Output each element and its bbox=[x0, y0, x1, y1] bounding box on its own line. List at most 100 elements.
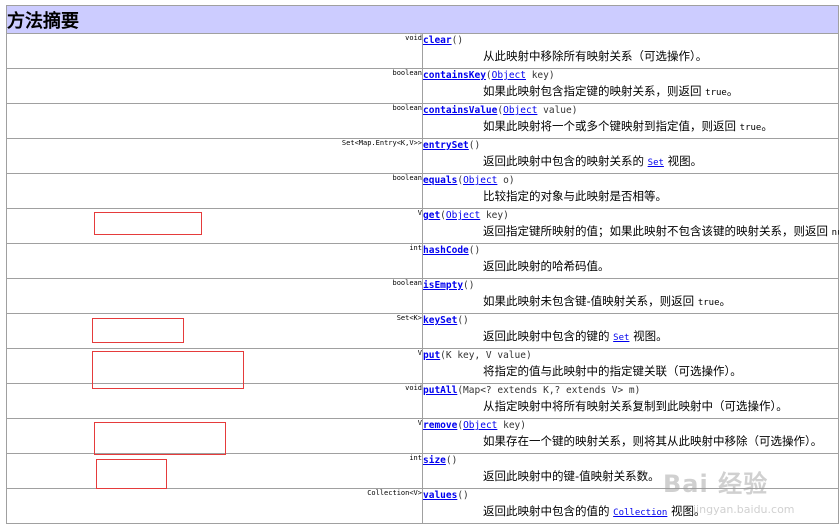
method-row-size: int size() 返回此映射中的键-值映射关系数。 bbox=[6, 453, 839, 489]
method-detail: put(K key, V value) 将指定的值与此映射中的指定键关联（可选操作… bbox=[422, 348, 839, 384]
method-row-remove: Vremove(Object key) 如果存在一个键的映射关系，则将其从此映射中… bbox=[6, 418, 839, 454]
method-row-putAll: void putAll(Map<? extends K,? extends V> … bbox=[6, 383, 839, 419]
return-type: boolean bbox=[6, 173, 423, 209]
return-type-text: int bbox=[409, 244, 422, 253]
method-detail: hashCode() 返回此映射的哈希码值。 bbox=[422, 243, 839, 279]
param-type-link[interactable]: Object bbox=[503, 105, 537, 116]
return-type-text: boolean bbox=[392, 69, 422, 78]
method-row-keySet: Set<K> keySet() 返回此映射中包含的键的 Set 视图。 bbox=[6, 313, 839, 349]
return-type: Set<Map.Entry<K,V>> bbox=[6, 138, 423, 174]
method-signature: clear() bbox=[423, 34, 838, 48]
method-description: 返回此映射中包含的映射关系的 Set 视图。 bbox=[423, 153, 838, 171]
return-type-text: boolean bbox=[392, 174, 422, 183]
code-link[interactable]: Set bbox=[613, 333, 629, 343]
method-name-link[interactable]: containsKey bbox=[423, 70, 486, 81]
method-detail: values() 返回此映射中包含的值的 Collection 视图。 bbox=[422, 488, 839, 524]
method-description: 返回此映射中包含的值的 Collection 视图。 bbox=[423, 503, 838, 521]
method-description: 返回指定键所映射的值；如果此映射不包含该键的映射关系，则返回 null。 bbox=[423, 223, 839, 241]
method-row-get: Vget(Object key) 返回指定键所映射的值；如果此映射不包含该键的映射… bbox=[6, 208, 839, 244]
code-link[interactable]: Set bbox=[648, 158, 664, 168]
method-name-link[interactable]: size bbox=[423, 455, 446, 466]
description-text: 比较指定的对象与此映射是否相等。 bbox=[483, 189, 667, 203]
method-name-link[interactable]: entrySet bbox=[423, 140, 469, 151]
param-type-link[interactable]: Object bbox=[492, 70, 526, 81]
method-summary-heading: 方法摘要 bbox=[6, 5, 839, 34]
method-signature: putAll(Map<? extends K,? extends V> m) bbox=[423, 384, 838, 398]
method-name-link[interactable]: keySet bbox=[423, 315, 457, 326]
method-signature: put(K key, V value) bbox=[423, 349, 838, 363]
description-text: 返回此映射中的键-值映射关系数。 bbox=[483, 469, 660, 483]
method-params: () bbox=[468, 140, 481, 151]
return-type-text: int bbox=[409, 454, 422, 463]
code-link[interactable]: Collection bbox=[613, 508, 667, 518]
method-summary-table: 方法摘要 void clear() 从此映射中移除所有映射关系（可选操作）。 bool… bbox=[6, 5, 839, 524]
method-signature: entrySet() bbox=[423, 139, 838, 153]
method-detail: remove(Object key) 如果存在一个键的映射关系，则将其从此映射中移… bbox=[422, 418, 839, 454]
description-text: 返回此映射中包含的键的 bbox=[483, 329, 614, 343]
method-name-link[interactable]: put bbox=[423, 350, 440, 361]
description-text: 返回此映射的哈希码值。 bbox=[483, 259, 610, 273]
description-text: 如果此映射将一个或多个键映射到指定值，则返回 bbox=[483, 119, 740, 133]
code-literal: true bbox=[739, 123, 762, 133]
method-name-link[interactable]: remove bbox=[423, 420, 457, 431]
description-text: 如果此映射未包含键-值映射关系，则返回 bbox=[483, 294, 698, 308]
return-type-text: void bbox=[405, 34, 422, 43]
method-name-link[interactable]: equals bbox=[423, 175, 457, 186]
method-name-link[interactable]: putAll bbox=[423, 385, 457, 396]
return-type-text: boolean bbox=[392, 279, 422, 288]
method-description: 如果此映射将一个或多个键映射到指定值，则返回 true。 bbox=[423, 118, 838, 136]
return-type: Collection<V> bbox=[6, 488, 423, 524]
method-signature: containsKey(Object key) bbox=[423, 70, 555, 81]
return-type: boolean bbox=[6, 278, 423, 314]
method-params: () bbox=[451, 35, 464, 46]
method-signature: keySet() bbox=[423, 314, 838, 328]
method-detail: containsKey(Object key) 如果此映射包含指定键的映射关系，则… bbox=[422, 68, 839, 104]
method-signature: containsValue(Object value) bbox=[423, 105, 578, 116]
method-detail: keySet() 返回此映射中包含的键的 Set 视图。 bbox=[422, 313, 839, 349]
method-detail: clear() 从此映射中移除所有映射关系（可选操作）。 bbox=[422, 33, 839, 69]
return-type: int bbox=[6, 453, 423, 489]
description-text: 返回此映射中包含的值的 bbox=[483, 504, 614, 518]
method-name-link[interactable]: get bbox=[423, 210, 440, 221]
return-type-text: Set<K> bbox=[396, 314, 422, 323]
method-description: 返回此映射中包含的键的 Set 视图。 bbox=[423, 328, 838, 346]
method-row-clear: void clear() 从此映射中移除所有映射关系（可选操作）。 bbox=[6, 33, 839, 69]
param-type-link[interactable]: Object bbox=[463, 175, 497, 186]
method-signature: isEmpty() bbox=[423, 279, 838, 293]
method-name-link[interactable]: clear bbox=[423, 35, 452, 46]
method-description: 如果存在一个键的映射关系，则将其从此映射中移除（可选操作）。 bbox=[423, 433, 838, 449]
param-rest: key) bbox=[497, 420, 526, 431]
return-type: void bbox=[6, 33, 423, 69]
method-params: () bbox=[457, 315, 469, 326]
method-params: () bbox=[445, 455, 458, 466]
method-name-link[interactable]: containsValue bbox=[423, 105, 497, 116]
method-row-containsKey: boolean containsKey(Object key) 如果此映射包含指定键… bbox=[6, 68, 839, 104]
method-signature: get(Object key) bbox=[423, 210, 509, 221]
code-literal: null bbox=[831, 228, 839, 238]
method-description: 返回此映射的哈希码值。 bbox=[423, 258, 838, 274]
method-description: 如果此映射包含指定键的映射关系，则返回 true。 bbox=[423, 83, 838, 101]
method-row-values: Collection<V> values() 返回此映射中包含的值的 Collect… bbox=[6, 488, 839, 524]
method-description: 返回此映射中的键-值映射关系数。 bbox=[423, 468, 838, 484]
return-type: V bbox=[6, 418, 423, 454]
return-type: void bbox=[6, 383, 423, 419]
method-detail: equals(Object o) 比较指定的对象与此映射是否相等。 bbox=[422, 173, 839, 209]
method-params: () bbox=[468, 245, 481, 256]
return-type-text: V bbox=[417, 209, 422, 218]
description-text: 返回指定键所映射的值；如果此映射不包含该键的映射关系，则返回 bbox=[483, 224, 832, 238]
method-name-link[interactable]: hashCode bbox=[423, 245, 469, 256]
return-type: V bbox=[6, 348, 423, 384]
return-type-text: boolean bbox=[392, 104, 422, 113]
method-name-link[interactable]: isEmpty bbox=[423, 280, 463, 291]
method-row-put: Vput(K key, V value) 将指定的值与此映射中的指定键关联（可选操… bbox=[6, 348, 839, 384]
description-tail: 。 bbox=[726, 84, 739, 98]
return-type-text: void bbox=[405, 384, 422, 393]
method-detail: containsValue(Object value) 如果此映射将一个或多个键映… bbox=[422, 103, 839, 139]
param-type-link[interactable]: Object bbox=[463, 420, 497, 431]
method-signature: hashCode() bbox=[423, 244, 838, 258]
method-description: 将指定的值与此映射中的指定键关联（可选操作）。 bbox=[423, 363, 838, 379]
method-description: 比较指定的对象与此映射是否相等。 bbox=[423, 188, 838, 204]
method-name-link[interactable]: values bbox=[423, 490, 457, 501]
return-type: boolean bbox=[6, 68, 423, 104]
param-type-link[interactable]: Object bbox=[446, 210, 480, 221]
